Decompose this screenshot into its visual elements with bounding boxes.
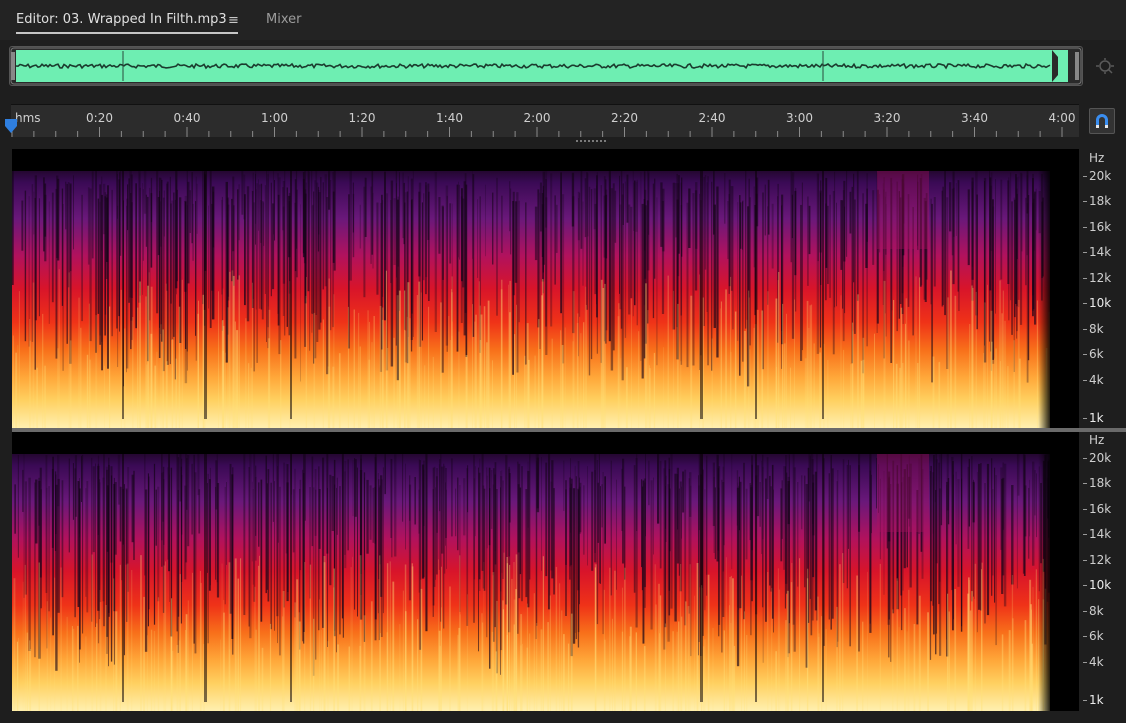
hz-tick (1083, 380, 1087, 381)
hz-unit: Hz (1089, 433, 1105, 447)
hz-tick (1083, 278, 1087, 279)
hz-label: 1k (1089, 693, 1104, 707)
hz-tick (1083, 560, 1087, 561)
hz-label: 18k (1089, 194, 1112, 208)
hz-label: 20k (1089, 451, 1112, 465)
hz-tick (1083, 585, 1087, 586)
hz-tick (1083, 227, 1087, 228)
magnet-icon (1096, 114, 1108, 128)
hz-tick (1083, 700, 1087, 701)
hz-tick (1083, 354, 1087, 355)
playhead-marker[interactable] (4, 118, 18, 134)
spectral-display-left[interactable] (12, 149, 1079, 428)
hz-label: 6k (1089, 629, 1104, 643)
hz-label: 8k (1089, 604, 1104, 618)
spectrogram-right (12, 432, 1079, 711)
spectral-display-right[interactable] (12, 432, 1079, 711)
hz-tick (1083, 636, 1087, 637)
snap-button[interactable] (1089, 108, 1115, 134)
hz-label: 10k (1089, 578, 1112, 592)
hz-tick (1083, 329, 1087, 330)
hz-label: 16k (1089, 502, 1112, 516)
hz-label: 16k (1089, 220, 1112, 234)
time-ruler[interactable]: hms 0:20 0:40 1:00 1:20 1:40 2:00 2:20 2:40 3:00… (11, 104, 1079, 137)
hz-tick (1083, 483, 1087, 484)
hz-tick (1083, 303, 1087, 304)
overview-waveform (10, 47, 1082, 85)
hz-label: 20k (1089, 169, 1112, 183)
hz-label: 10k (1089, 296, 1112, 310)
hz-label: 12k (1089, 553, 1112, 567)
zoom-navigator-icon[interactable] (1093, 56, 1117, 78)
spectrogram-left (12, 149, 1079, 428)
hz-tick (1083, 662, 1087, 663)
hz-unit: Hz (1089, 151, 1105, 165)
bottom-strip (0, 711, 1126, 723)
hz-label: 18k (1089, 476, 1112, 490)
hz-label: 4k (1089, 655, 1104, 669)
hz-tick (1083, 418, 1087, 419)
frequency-scale-right: Hz 20k 18k 16k 14k 12k 10k 8k 6k 4k 1k (1083, 432, 1126, 711)
hz-label: 12k (1089, 271, 1112, 285)
hz-tick (1083, 534, 1087, 535)
hz-tick (1083, 611, 1087, 612)
overview-navigator[interactable] (9, 46, 1083, 86)
hz-tick (1083, 458, 1087, 459)
tab-bar: Editor: 03. Wrapped In Filth.mp3 ≡ Mixer (0, 0, 1126, 40)
hz-label: 6k (1089, 347, 1104, 361)
hz-label: 14k (1089, 527, 1112, 541)
hz-label: 8k (1089, 322, 1104, 336)
hz-label: 1k (1089, 411, 1104, 425)
hz-tick (1083, 252, 1087, 253)
tab-mixer[interactable]: Mixer (266, 12, 301, 27)
tab-menu-icon[interactable]: ≡ (228, 13, 239, 28)
hz-label: 4k (1089, 373, 1104, 387)
tab-editor-underline (16, 32, 238, 34)
hz-tick (1083, 176, 1087, 177)
hz-tick (1083, 201, 1087, 202)
panel-resize-grip[interactable] (576, 139, 606, 143)
hz-tick (1083, 509, 1087, 510)
hz-label: 14k (1089, 245, 1112, 259)
frequency-scale-left: Hz 20k 18k 16k 14k 12k 10k 8k 6k 4k 1k (1083, 149, 1126, 428)
ruler-ticks (11, 127, 1063, 137)
tab-editor[interactable]: Editor: 03. Wrapped In Filth.mp3 (16, 12, 227, 27)
